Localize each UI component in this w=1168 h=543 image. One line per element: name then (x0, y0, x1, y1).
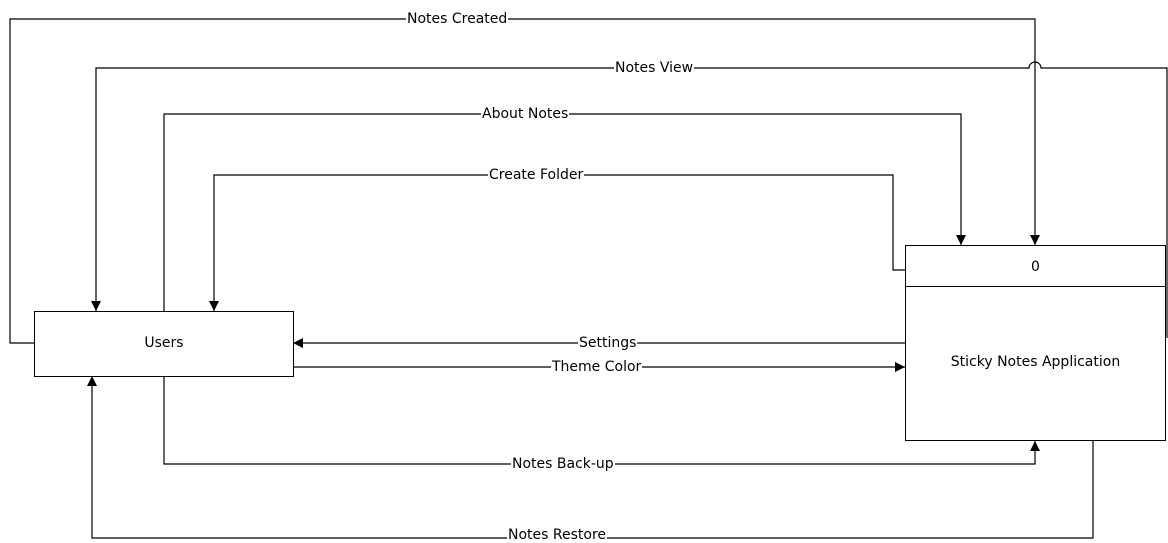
notes-created-label: Notes Created (406, 11, 509, 27)
users-label: Users (144, 335, 184, 351)
settings-label: Settings (578, 335, 638, 351)
process-box[interactable]: 0 Sticky Notes Application (905, 245, 1166, 441)
about-notes-line (163, 113, 966, 311)
notes-view-label: Notes View (614, 60, 695, 76)
notes-backup-label: Notes Back-up (511, 456, 615, 472)
notes-restore-label: Notes Restore (507, 527, 608, 543)
users-entity[interactable]: Users (34, 311, 294, 377)
create-folder-label: Create Folder (488, 167, 585, 183)
about-notes-label: About Notes (481, 106, 570, 122)
process-name: Sticky Notes Application (950, 354, 1121, 370)
process-divider (906, 286, 1165, 287)
theme-color-label: Theme Color (551, 359, 643, 375)
create-folder-line (209, 174, 905, 311)
process-number: 0 (1031, 259, 1040, 275)
